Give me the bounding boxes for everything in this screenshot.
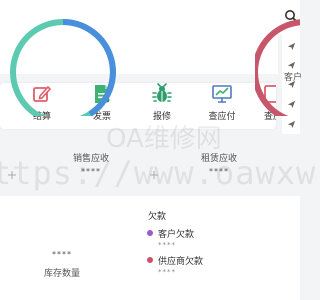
customer-ring[interactable]	[255, 16, 300, 116]
sales-receivable-value: ****	[81, 167, 101, 176]
action-repair[interactable]: 报修	[140, 83, 184, 122]
action-label: 报修	[152, 112, 171, 122]
plus-icon	[150, 171, 158, 179]
send-icon[interactable]	[287, 120, 296, 129]
action-check-payable[interactable]: 查应付	[200, 83, 244, 122]
debt-value: ****	[158, 268, 176, 276]
debt-title: 欠款	[148, 212, 167, 222]
rental-receivable[interactable]: 租赁应收 ****	[184, 151, 254, 176]
sales-receivable[interactable]: 销售应收 ****	[56, 151, 126, 176]
receivable-summary: 销售应收 **** 租赁应收 ****	[0, 151, 300, 191]
monitor-chart-icon	[212, 85, 232, 103]
customer-ring-label: 客户	[284, 73, 303, 83]
rental-receivable-title: 租赁应收	[200, 154, 237, 164]
inventory-label: 库存数量	[44, 269, 81, 279]
inventory-value: ****	[52, 250, 72, 259]
legend-dot	[147, 257, 153, 263]
plus-icon	[8, 171, 16, 179]
debt-legend: 欠款 客户欠款 **** 供应商欠款 ****	[147, 209, 258, 276]
action-label: 查应付	[208, 112, 236, 122]
rental-receivable-value: ****	[209, 167, 229, 176]
debt-name: 客户欠款	[158, 230, 195, 240]
sales-receivable-title: 销售应收	[72, 154, 109, 164]
debt-item-customer[interactable]: 客户欠款 ****	[147, 227, 258, 249]
debt-name: 供应商欠款	[158, 257, 204, 267]
debt-item-supplier[interactable]: 供应商欠款 ****	[147, 254, 258, 276]
bug-icon	[152, 83, 172, 102]
debt-value: ****	[158, 241, 176, 249]
inventory-ring[interactable]	[6, 16, 120, 116]
legend-dot	[147, 230, 153, 236]
